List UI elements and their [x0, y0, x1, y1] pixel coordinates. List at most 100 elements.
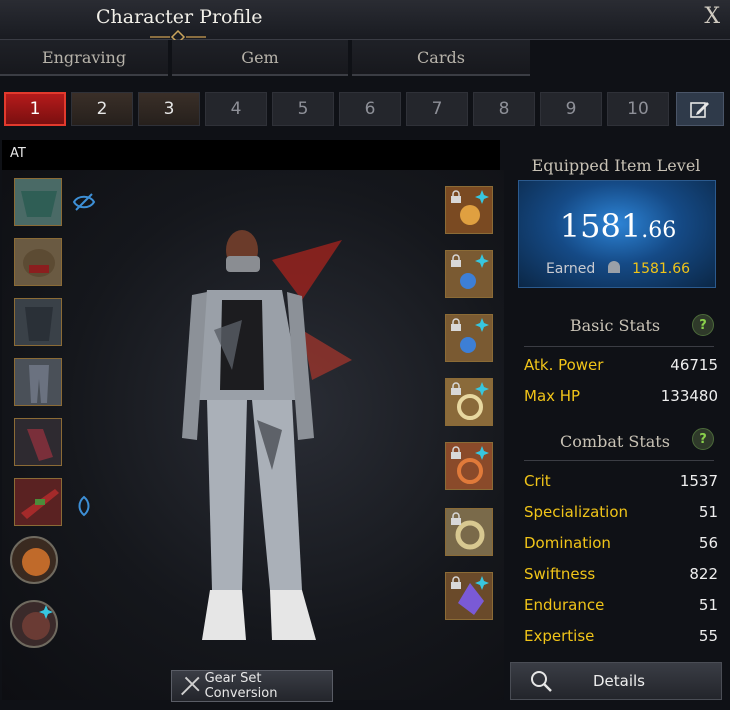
preset-2[interactable]: 2	[71, 92, 133, 126]
chest-armor-icon	[25, 307, 53, 341]
character-stage	[2, 170, 504, 700]
stat-value: 822	[689, 565, 718, 583]
preset-9[interactable]: 9	[540, 92, 602, 126]
character-name-bar: AT	[2, 140, 500, 170]
stat-label: Swiftness	[524, 565, 596, 583]
star-icon	[475, 190, 489, 204]
stat-value: 56	[698, 534, 718, 552]
preset-10[interactable]: 10	[607, 92, 669, 126]
title-bar: Character Profile X	[0, 0, 730, 44]
lock-icon	[451, 446, 461, 459]
slot-necklace[interactable]	[445, 186, 493, 234]
slot-bracelet-accessory[interactable]	[445, 508, 493, 556]
search-icon	[531, 671, 552, 692]
stat-row: Crit 1537	[524, 472, 718, 496]
earned-item-level: Earned 1581.66	[519, 261, 717, 277]
gloves-icon	[27, 429, 53, 461]
slot-earring-2[interactable]	[445, 314, 493, 362]
stat-label: Atk. Power	[524, 356, 604, 374]
stat-row: Domination 56	[524, 534, 718, 558]
stat-value: 1537	[679, 472, 718, 490]
basic-stats-help-button[interactable]: ?	[692, 314, 714, 336]
gear-set-conversion-button[interactable]: Gear Set Conversion	[171, 670, 333, 702]
edit-preset-button[interactable]	[676, 92, 724, 126]
tab-engraving[interactable]: Engraving	[0, 40, 168, 76]
star-icon	[475, 382, 489, 396]
stat-label: Domination	[524, 534, 611, 552]
lock-icon	[451, 382, 461, 395]
lock-icon	[451, 254, 461, 267]
star-icon	[39, 605, 53, 619]
tab-gem[interactable]: Gem	[172, 40, 348, 76]
stat-label: Crit	[524, 472, 551, 490]
slot-weapon[interactable]	[14, 478, 62, 526]
slot-helmet[interactable]	[14, 238, 62, 286]
item-level-int: 1581	[559, 207, 642, 245]
stat-label: Endurance	[524, 596, 605, 614]
details-button[interactable]: Details	[510, 662, 722, 700]
slot-gloves[interactable]	[14, 418, 62, 466]
preset-4[interactable]: 4	[205, 92, 267, 126]
item-level-box: 1581.66 Earned 1581.66	[518, 180, 716, 288]
star-icon	[475, 446, 489, 460]
stat-label: Specialization	[524, 503, 629, 521]
slot-earring-1[interactable]	[445, 250, 493, 298]
star-icon	[475, 576, 489, 590]
slot-ring-2[interactable]	[445, 442, 493, 490]
slot-pants[interactable]	[14, 358, 62, 406]
edit-icon	[690, 102, 709, 118]
stat-row: Endurance 51	[524, 596, 718, 620]
slot-ring-1[interactable]	[445, 378, 493, 426]
lock-icon	[451, 318, 461, 331]
stat-value: 51	[698, 503, 718, 521]
divider	[524, 346, 714, 347]
stat-row: Atk. Power 46715	[524, 356, 718, 380]
stat-row: Expertise 55	[524, 627, 718, 651]
slot-shoulder[interactable]	[14, 178, 62, 226]
stat-value: 51	[698, 596, 718, 614]
divider	[524, 460, 714, 461]
close-button[interactable]: X	[704, 4, 720, 29]
stat-value: 46715	[670, 356, 718, 374]
slot-ability-stone[interactable]	[10, 536, 58, 584]
details-label: Details	[593, 672, 646, 690]
hidden-eye-icon[interactable]	[72, 190, 96, 214]
lock-icon	[451, 576, 461, 589]
gear-set-conversion-label: Gear Set Conversion	[204, 671, 278, 701]
preset-3[interactable]: 3	[138, 92, 200, 126]
star-icon	[475, 254, 489, 268]
preset-5[interactable]: 5	[272, 92, 334, 126]
stat-row: Max HP 133480	[524, 387, 718, 411]
combat-stats-help-button[interactable]: ?	[692, 428, 714, 450]
pants-icon	[29, 365, 49, 403]
weapon-icon	[21, 489, 59, 519]
preset-bar: 1 2 3 4 5 6 7 8 9 10	[0, 88, 730, 130]
tab-cards[interactable]: Cards	[352, 40, 530, 76]
preset-8[interactable]: 8	[473, 92, 535, 126]
character-name: AT	[10, 146, 26, 161]
star-icon	[475, 318, 489, 332]
preset-7[interactable]: 7	[406, 92, 468, 126]
item-level-value: 1581.66	[519, 207, 717, 245]
preset-6[interactable]: 6	[339, 92, 401, 126]
stat-row: Specialization 51	[524, 503, 718, 527]
helmet-icon	[23, 249, 55, 277]
item-level-title: Equipped Item Level	[531, 156, 701, 175]
transcendence-icon[interactable]	[72, 494, 96, 518]
tab-bar: Engraving Gem Cards	[0, 40, 730, 78]
character-figure	[182, 230, 352, 640]
shoulder-armor-icon	[21, 191, 57, 217]
stat-label: Max HP	[524, 387, 581, 405]
slot-bracelet[interactable]	[10, 600, 58, 648]
stat-row: Swiftness 822	[524, 565, 718, 589]
stats-panel: Equipped Item Level 1581.66 Earned 1581.…	[510, 140, 728, 710]
earned-label: Earned	[545, 261, 596, 277]
stat-value: 55	[698, 627, 718, 645]
stat-value: 133480	[660, 387, 718, 405]
slot-chest[interactable]	[14, 298, 62, 346]
window-title: Character Profile	[96, 6, 263, 28]
slot-gem-crystal[interactable]	[445, 572, 493, 620]
preset-1[interactable]: 1	[4, 92, 66, 126]
gear-set-icon	[181, 676, 200, 696]
helmet-small-icon	[607, 261, 620, 273]
